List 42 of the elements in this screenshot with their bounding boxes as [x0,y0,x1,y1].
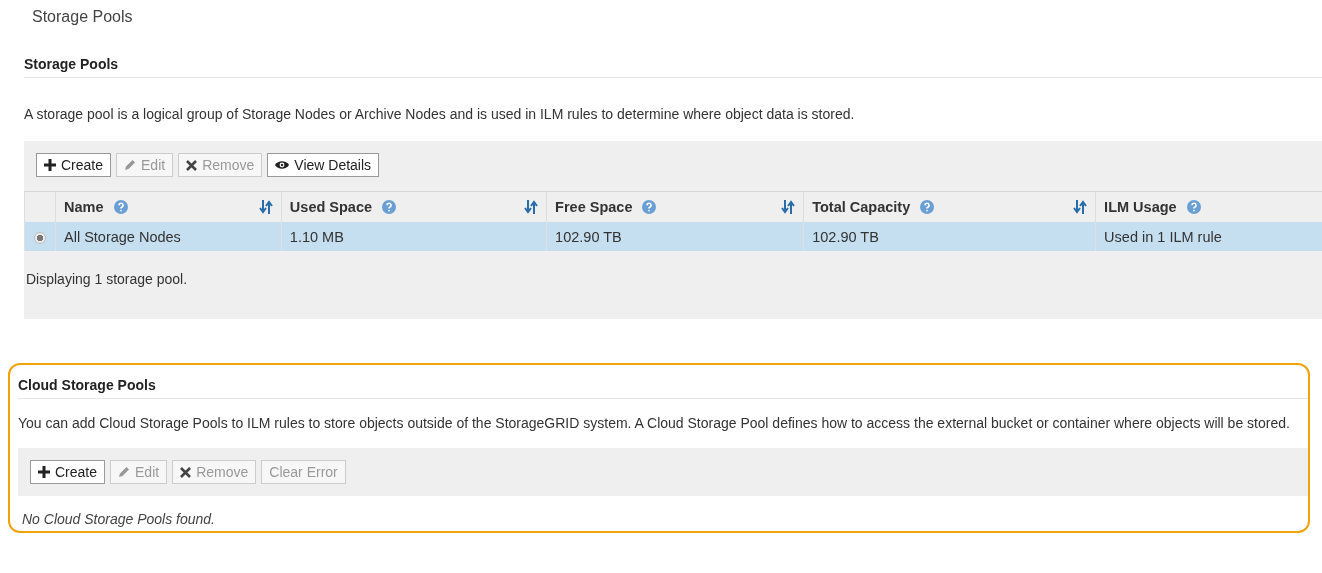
table-footer: Displaying 1 storage pool. [24,251,1322,287]
sort-icon [258,200,273,214]
table-cell: All Storage Nodes [55,222,282,251]
help-icon [642,200,657,214]
column-label: Name [64,199,104,215]
column-header[interactable]: Name [55,191,282,222]
plus-icon [44,159,56,171]
sort-icon [524,200,539,214]
column-label: Used Space [289,199,373,215]
table-row[interactable]: All Storage Nodes 1.10 MB 102.90 TB 102.90 TB Used in 1 ILM rule [24,222,1322,251]
sort-icon [1073,200,1088,214]
toolbar-button[interactable]: Create [36,153,112,177]
column-header[interactable]: Total Capacity [803,191,1096,222]
help-icon [382,200,397,214]
column-label: Free Space [555,199,633,215]
pencil-icon [118,466,131,478]
x-icon [186,159,198,171]
section-description: A storage pool is a logical group of Storage Nodes or Archive Nodes and is used in ILM rules to determine where object data is stored. [24,105,856,124]
section-description: You can add Cloud Storage Pools to ILM rules to store objects outside of the StorageGRID system. A Cloud Storage Pool defines how to access the external bucket or container where objects will be stored. [18,414,1291,433]
column-label: ILM Usage [1104,199,1177,215]
radio-button[interactable] [34,231,46,244]
x-icon [180,466,192,478]
column-header[interactable]: Free Space [546,191,804,222]
table-cell: 102.90 TB [546,222,804,251]
toolbar-button[interactable]: Create [30,460,106,484]
eye-icon [275,160,290,170]
column-label: Total Capacity [812,199,911,215]
table-cell: Used in 1 ILM rule [1095,222,1322,251]
table-cell: 1.10 MB [281,222,547,251]
table-cell: 102.90 TB [803,222,1096,251]
toolbar-button[interactable]: View Details [267,153,380,177]
column-header[interactable]: Used Space [281,191,547,222]
empty-message: No Cloud Storage Pools found. [21,510,216,527]
sort-icon [781,200,796,214]
page-title: Storage Pools [32,8,134,26]
section-heading: Cloud Storage Pools [18,377,1308,399]
plus-icon [38,466,50,478]
section-heading: Storage Pools [24,56,1322,78]
pencil-icon [124,159,137,171]
help-icon [1186,200,1201,214]
help-icon [920,200,935,214]
help-icon [113,200,128,214]
